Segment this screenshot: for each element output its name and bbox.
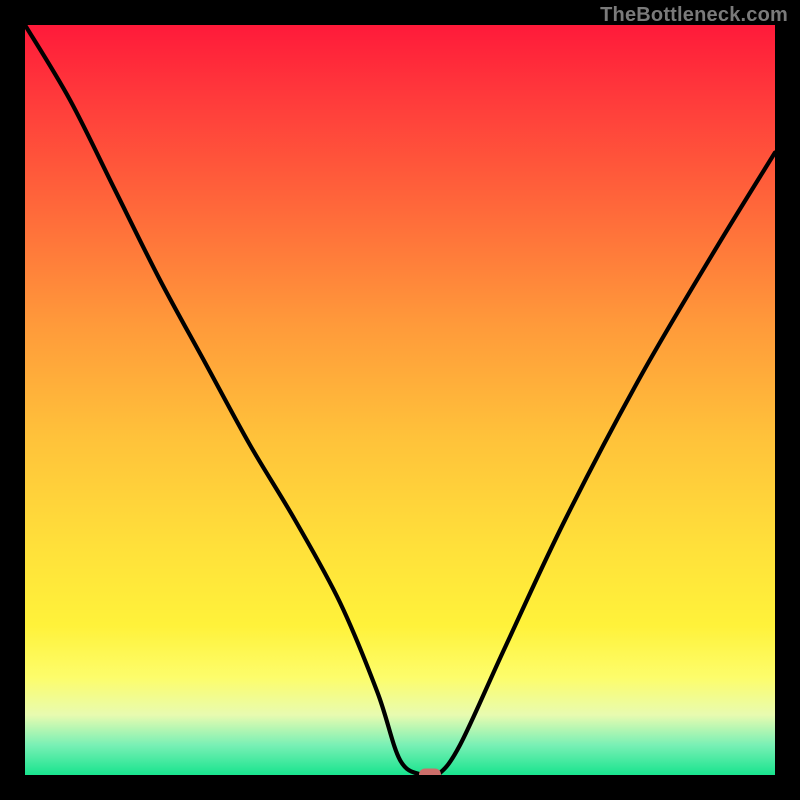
chart-frame: TheBottleneck.com — [0, 0, 800, 800]
plot-area — [25, 25, 775, 775]
optimum-marker — [419, 769, 441, 776]
bottleneck-curve — [25, 25, 775, 775]
watermark-text: TheBottleneck.com — [600, 4, 788, 27]
